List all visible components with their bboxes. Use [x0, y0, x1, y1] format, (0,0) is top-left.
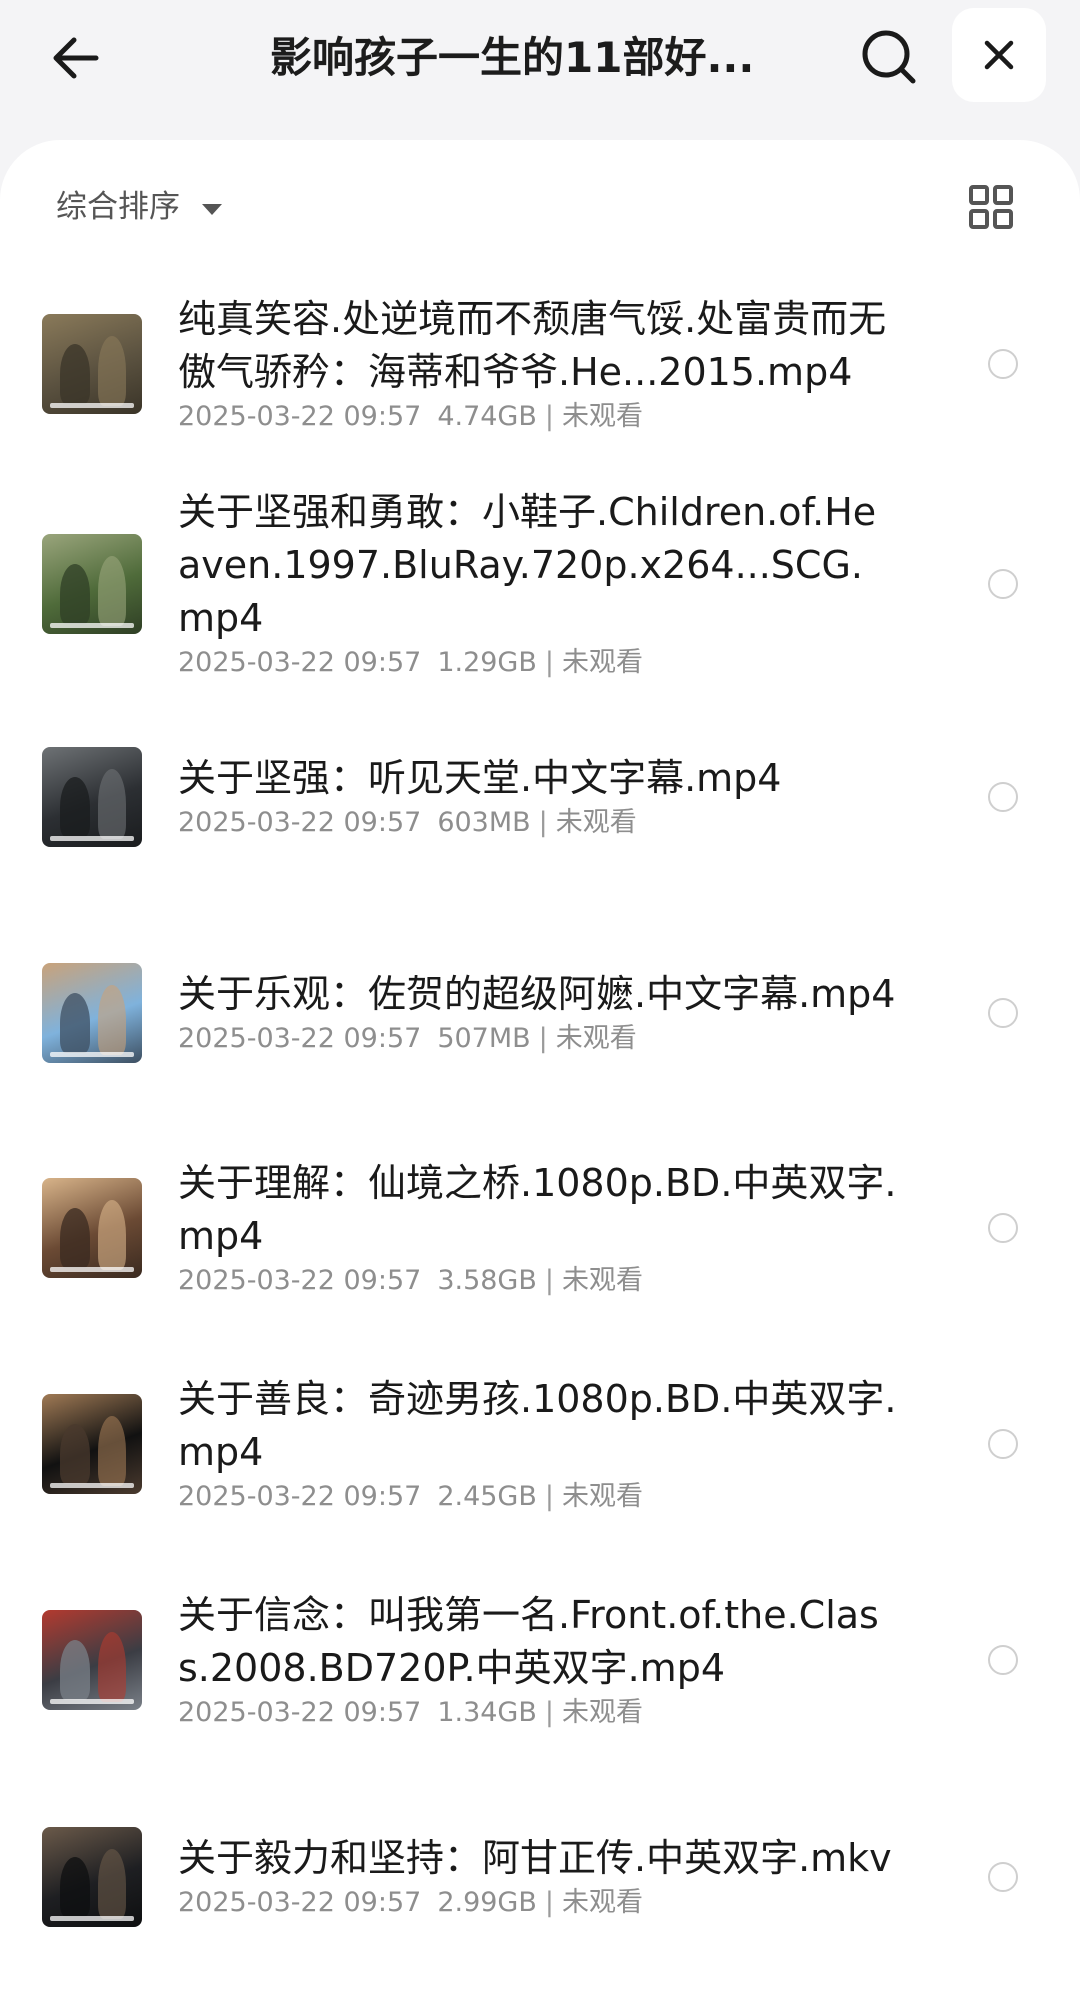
video-thumbnail — [42, 534, 142, 634]
video-thumbnail — [42, 963, 142, 1063]
page-title: 影响孩子一生的11部好... — [270, 33, 755, 82]
meta-separator: | — [544, 1265, 554, 1296]
video-thumbnail — [42, 1178, 142, 1278]
watch-status: 未观看 — [561, 1481, 643, 1512]
search-button[interactable] — [850, 18, 928, 96]
meta-separator: | — [544, 401, 554, 432]
select-radio[interactable] — [988, 1645, 1018, 1675]
file-list-item[interactable]: 关于善良：奇迹男孩.1080p.BD.中英双字.mp4 2025-03-22 09… — [0, 1350, 1080, 1566]
select-radio[interactable] — [988, 1429, 1018, 1459]
arrow-left-icon — [53, 37, 99, 79]
search-icon — [862, 30, 916, 84]
meta-separator: | — [538, 807, 548, 838]
file-date: 2025-03-22 09:57 — [178, 401, 422, 432]
meta-separator: | — [544, 1887, 554, 1918]
file-info: 关于坚强和勇敢：小鞋子.Children.of.Heaven.1997.BluR… — [178, 486, 898, 681]
watch-status: 未观看 — [561, 1265, 643, 1296]
file-size: 2.45GB — [437, 1481, 537, 1512]
grid-view-icon — [969, 185, 1013, 229]
sort-bar: 综合排序 — [0, 140, 1080, 270]
caret-down-icon — [202, 203, 222, 215]
file-date: 2025-03-22 09:57 — [178, 1887, 422, 1918]
file-name: 关于坚强：听见天堂.中文字幕.mp4 — [178, 756, 782, 800]
file-meta: 2025-03-22 09:57 1.29GB | 未观看 — [178, 645, 898, 681]
file-size: 4.74GB — [437, 401, 537, 432]
watch-status: 未观看 — [555, 807, 637, 838]
file-size: 2.99GB — [437, 1887, 537, 1918]
file-name: 关于毅力和坚持：阿甘正传.中英双字.mkv — [178, 1836, 892, 1880]
file-date: 2025-03-22 09:57 — [178, 1265, 422, 1296]
file-list-item[interactable]: 关于乐观：佐贺的超级阿嬷.中文字幕.mp4 2025-03-22 09:57 507… — [0, 918, 1080, 1134]
file-name: 关于乐观：佐贺的超级阿嬷.中文字幕.mp4 — [178, 972, 896, 1016]
grid-view-button[interactable] — [966, 182, 1016, 232]
video-thumbnail — [42, 747, 142, 847]
back-button[interactable] — [40, 22, 112, 94]
file-info: 关于毅力和坚持：阿甘正传.中英双字.mkv 2025-03-22 09:57 2.9… — [178, 1832, 898, 1921]
watch-status: 未观看 — [555, 1023, 637, 1054]
top-bar: 影响孩子一生的11部好... — [0, 0, 1080, 140]
file-meta: 2025-03-22 09:57 2.45GB | 未观看 — [178, 1479, 898, 1515]
file-date: 2025-03-22 09:57 — [178, 1697, 422, 1728]
select-radio[interactable] — [988, 1862, 1018, 1892]
watch-status: 未观看 — [561, 1697, 643, 1728]
meta-separator: | — [544, 1481, 554, 1512]
file-size: 3.58GB — [437, 1265, 537, 1296]
file-date: 2025-03-22 09:57 — [178, 807, 422, 838]
watch-status: 未观看 — [561, 1887, 643, 1918]
watch-status: 未观看 — [561, 401, 643, 432]
file-size: 507MB — [437, 1023, 531, 1054]
file-meta: 2025-03-22 09:57 1.34GB | 未观看 — [178, 1695, 898, 1731]
file-info: 关于坚强：听见天堂.中文字幕.mp4 2025-03-22 09:57 603MB |… — [178, 752, 898, 841]
file-date: 2025-03-22 09:57 — [178, 1481, 422, 1512]
video-thumbnail — [42, 1610, 142, 1710]
file-size: 1.34GB — [437, 1697, 537, 1728]
file-list-panel: 综合排序 纯真笑容.处逆境而不颓唐气馁.处富贵而无傲气骄矜：海蒂和爷爷.He..… — [0, 140, 1080, 2000]
video-thumbnail — [42, 314, 142, 414]
file-list-item[interactable]: 关于毅力和坚持：阿甘正传.中英双字.mkv 2025-03-22 09:57 2.9… — [0, 1782, 1080, 1998]
file-meta: 2025-03-22 09:57 507MB | 未观看 — [178, 1021, 898, 1057]
meta-separator: | — [544, 647, 554, 678]
select-radio[interactable] — [988, 349, 1018, 379]
close-icon — [984, 40, 1014, 70]
file-list-item[interactable]: 纯真笑容.处逆境而不颓唐气馁.处富贵而无傲气骄矜：海蒂和爷爷.He...2015… — [0, 270, 1080, 486]
file-list-item[interactable]: 关于坚强：听见天堂.中文字幕.mp4 2025-03-22 09:57 603MB |… — [0, 702, 1080, 918]
file-info: 关于善良：奇迹男孩.1080p.BD.中英双字.mp4 2025-03-22 09… — [178, 1373, 898, 1515]
file-size: 1.29GB — [437, 647, 537, 678]
file-info: 纯真笑容.处逆境而不颓唐气馁.处富贵而无傲气骄矜：海蒂和爷爷.He...2015… — [178, 293, 898, 435]
file-name: 关于坚强和勇敢：小鞋子.Children.of.Heaven.1997.BluR… — [178, 490, 877, 640]
meta-separator: | — [544, 1697, 554, 1728]
file-meta: 2025-03-22 09:57 3.58GB | 未观看 — [178, 1263, 898, 1299]
file-name: 关于理解：仙境之桥.1080p.BD.中英双字.mp4 — [178, 1161, 897, 1258]
sort-dropdown[interactable]: 综合排序 — [56, 182, 222, 232]
file-list-item[interactable]: 关于信念：叫我第一名.Front.of.the.Class.2008.BD720… — [0, 1566, 1080, 1782]
file-list-item[interactable]: 关于坚强和勇敢：小鞋子.Children.of.Heaven.1997.BluR… — [0, 486, 1080, 702]
file-name: 关于善良：奇迹男孩.1080p.BD.中英双字.mp4 — [178, 1377, 897, 1474]
select-radio[interactable] — [988, 569, 1018, 599]
sort-label: 综合排序 — [56, 189, 180, 225]
close-button[interactable] — [952, 8, 1046, 102]
file-meta: 2025-03-22 09:57 4.74GB | 未观看 — [178, 399, 898, 435]
meta-separator: | — [538, 1023, 548, 1054]
file-info: 关于理解：仙境之桥.1080p.BD.中英双字.mp4 2025-03-22 09… — [178, 1157, 898, 1299]
file-size: 603MB — [437, 807, 531, 838]
file-name: 纯真笑容.处逆境而不颓唐气馁.处富贵而无傲气骄矜：海蒂和爷爷.He...2015… — [178, 297, 887, 394]
file-date: 2025-03-22 09:57 — [178, 647, 422, 678]
video-thumbnail — [42, 1394, 142, 1494]
file-meta: 2025-03-22 09:57 603MB | 未观看 — [178, 805, 898, 841]
file-info: 关于信念：叫我第一名.Front.of.the.Class.2008.BD720… — [178, 1589, 898, 1731]
file-list-item[interactable]: 关于理解：仙境之桥.1080p.BD.中英双字.mp4 2025-03-22 09… — [0, 1134, 1080, 1350]
select-radio[interactable] — [988, 998, 1018, 1028]
watch-status: 未观看 — [561, 647, 643, 678]
select-radio[interactable] — [988, 1213, 1018, 1243]
video-thumbnail — [42, 1827, 142, 1927]
select-radio[interactable] — [988, 782, 1018, 812]
file-name: 关于信念：叫我第一名.Front.of.the.Class.2008.BD720… — [178, 1593, 879, 1690]
file-meta: 2025-03-22 09:57 2.99GB | 未观看 — [178, 1885, 898, 1921]
file-date: 2025-03-22 09:57 — [178, 1023, 422, 1054]
file-info: 关于乐观：佐贺的超级阿嬷.中文字幕.mp4 2025-03-22 09:57 507… — [178, 968, 898, 1057]
